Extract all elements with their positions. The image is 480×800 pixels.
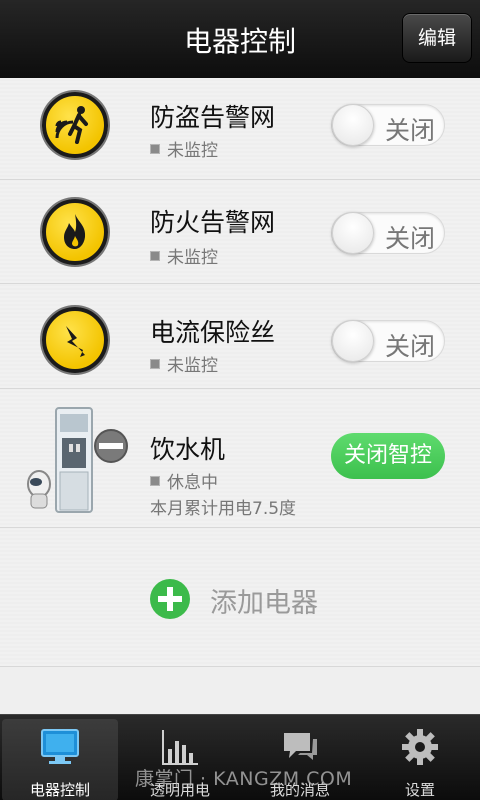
- toggle-label: 关闭: [384, 332, 435, 361]
- chat-bubble-icon: [284, 733, 317, 760]
- device-status: 未监控: [150, 351, 218, 376]
- edit-button[interactable]: 编辑: [402, 13, 472, 63]
- device-toggle[interactable]: 关闭: [331, 212, 445, 254]
- tab-label: 设置: [404, 781, 435, 799]
- app-header: 电器控制 编辑: [0, 0, 480, 78]
- gear-icon: [402, 729, 438, 765]
- tab-label: 电器控制: [29, 781, 90, 799]
- toggle-knob[interactable]: [332, 320, 374, 362]
- plus-icon[interactable]: [150, 579, 190, 619]
- toggle-knob[interactable]: [332, 104, 374, 146]
- list-item[interactable]: 防盗告警网 未监控 关闭: [0, 78, 480, 180]
- device-status: 未监控: [150, 243, 218, 268]
- lightning-icon: [42, 307, 108, 373]
- status-checkbox: [150, 144, 160, 154]
- device-toggle[interactable]: 关闭: [331, 104, 445, 146]
- status-checkbox: [150, 359, 160, 369]
- tab-settings[interactable]: 设置: [362, 719, 478, 800]
- device-name: 防火告警网: [150, 208, 276, 237]
- status-checkbox: [150, 251, 160, 261]
- device-name: 防盗告警网: [150, 103, 276, 132]
- bar-chart-icon: [162, 730, 198, 765]
- status-checkbox: [150, 476, 160, 486]
- device-usage: 本月累计用电7.5度: [150, 499, 297, 519]
- device-name: 饮水机: [150, 435, 226, 464]
- device-name: 电流保险丝: [150, 318, 276, 347]
- toggle-knob[interactable]: [332, 212, 374, 254]
- device-status: 未监控: [150, 136, 218, 161]
- add-device-row[interactable]: 添加电器: [0, 529, 480, 667]
- close-smart-control-button[interactable]: 关闭智控: [331, 433, 445, 479]
- list-item[interactable]: 饮水机 休息中 本月累计用电7.5度 关闭智控: [0, 390, 480, 528]
- add-device-label[interactable]: 添加电器: [210, 581, 318, 620]
- theft-alarm-icon: [42, 92, 108, 158]
- toggle-label: 关闭: [384, 116, 435, 145]
- list-item[interactable]: 电流保险丝 未监控 关闭: [0, 285, 480, 389]
- device-status: 休息中: [150, 468, 218, 493]
- water-dispenser-icon: [27, 407, 128, 513]
- toggle-label: 关闭: [384, 224, 435, 253]
- monitor-icon: [41, 729, 79, 764]
- watermark: 康掌门 · KANGZM.COM: [135, 768, 353, 790]
- device-toggle[interactable]: 关闭: [331, 320, 445, 362]
- fire-alarm-icon: [42, 199, 108, 265]
- list-item[interactable]: 防火告警网 未监控 关闭: [0, 181, 480, 284]
- tab-appliance-control[interactable]: 电器控制: [2, 719, 118, 800]
